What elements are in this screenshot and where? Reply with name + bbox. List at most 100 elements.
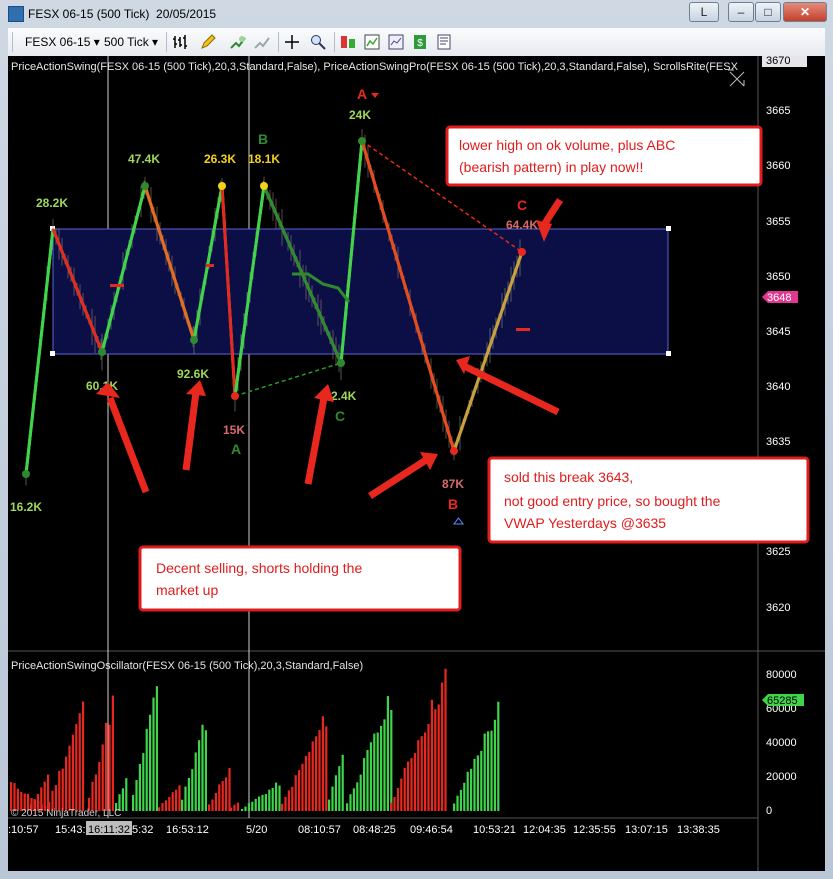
value-area-box[interactable] <box>52 228 669 355</box>
oscillator-bar <box>407 761 410 811</box>
oscillator-bar <box>390 709 393 811</box>
toolbar-separator <box>166 32 167 52</box>
oscillator-bar <box>490 730 493 811</box>
bar-type-icon[interactable] <box>172 34 188 50</box>
oscillator-bar <box>268 789 271 811</box>
swing-line-up <box>24 228 55 475</box>
annotation-bottom-right[interactable]: sold this break 3643, not good entry pri… <box>487 456 810 544</box>
oscillator-bar <box>258 796 261 811</box>
time-tick: 12:35:55 <box>573 824 616 836</box>
instrument-selector[interactable]: FESX 06-15 ▾ <box>25 35 100 49</box>
box-handle[interactable] <box>666 226 671 231</box>
oscillator-bar <box>98 761 101 811</box>
oscillator-bar <box>275 782 278 811</box>
chart-trader-icon[interactable] <box>340 34 356 50</box>
time-tick: 16:53:12 <box>166 824 209 836</box>
crosshair-icon[interactable] <box>284 34 300 50</box>
oscillator-bar <box>65 756 68 811</box>
time-tick: 5:32 <box>132 824 153 836</box>
data-box-icon[interactable] <box>364 34 380 50</box>
box-handle[interactable] <box>666 351 671 356</box>
annotation-text: market up <box>156 582 218 598</box>
oscillator-bar <box>369 742 372 811</box>
box-handle[interactable] <box>50 351 55 356</box>
price-tick: 3625 <box>766 546 790 558</box>
price-tick: 3640 <box>766 381 790 393</box>
oscillator-bar <box>304 755 307 811</box>
up-arrow-marker <box>453 517 464 525</box>
oscillator-bar <box>473 758 476 811</box>
annotation-text: not good entry price, so bought the <box>504 493 721 509</box>
down-arrow-marker <box>371 93 379 98</box>
time-tick-highlighted: 16:11:32 <box>88 824 130 836</box>
oscillator-bar <box>125 778 128 811</box>
chart-panel[interactable]: 28.2K 47.4K 26.3K 18.1K 24K 64.4K 60.1K … <box>8 55 825 871</box>
osc-tick: 0 <box>766 805 772 817</box>
oscillator-bar <box>298 770 301 811</box>
oscillator-bar <box>244 806 247 811</box>
link-button[interactable]: L <box>689 2 719 22</box>
oscillator-bar <box>194 752 197 811</box>
oscillator-bar <box>383 719 386 811</box>
oscillator-bar <box>434 709 437 811</box>
oscillator-bar <box>228 767 231 811</box>
zoom-icon[interactable] <box>310 34 326 50</box>
annotation-top-right[interactable]: lower high on ok volume, plus ABC (beari… <box>445 125 763 187</box>
properties-icon[interactable] <box>388 34 404 50</box>
time-tick: 08:10:57 <box>298 824 341 836</box>
oscillator-bar <box>373 733 376 811</box>
oscillator-bar <box>315 736 318 811</box>
oscillator-bar <box>437 704 440 811</box>
time-tick: 13:07:15 <box>625 824 668 836</box>
swing-volume-label: 16.2K <box>10 500 42 514</box>
pattern-letter: C <box>335 408 345 424</box>
oscillator-bar <box>453 803 456 811</box>
oscillator-bar <box>287 790 290 811</box>
oscillator-bar <box>214 792 217 811</box>
oscillator-bars <box>10 668 500 811</box>
interval-label: 500 Tick <box>104 35 149 49</box>
oscillator-bar <box>191 769 194 811</box>
oscillator-bar <box>400 778 403 811</box>
maximize-button[interactable]: □ <box>755 2 781 22</box>
template-icon[interactable] <box>436 34 452 50</box>
oscillator-bar <box>78 713 81 811</box>
pattern-letter: A <box>357 86 367 102</box>
time-tick: :10:57 <box>8 824 39 836</box>
oscillator-bar <box>284 796 287 811</box>
oscillator-bar <box>10 782 13 811</box>
add-indicator-icon[interactable] <box>230 34 246 50</box>
oscillator-bar <box>341 754 344 811</box>
swing-volume-label: 92.6K <box>177 367 209 381</box>
title-bar[interactable]: FESX 06-15 (500 Tick) 20/05/2015 L – □ ✕ <box>0 0 833 28</box>
oscillator-bar <box>236 802 239 811</box>
indicator-label: PriceActionSwing(FESX 06-15 (500 Tick),2… <box>11 61 739 73</box>
oscillator-bar <box>278 785 281 811</box>
oscillator-bar <box>321 716 324 811</box>
oscillator-bar <box>331 786 334 811</box>
osc-tick: 40000 <box>766 737 797 749</box>
price-chart[interactable]: 28.2K 47.4K 26.3K 18.1K 24K 64.4K 60.1K … <box>8 55 825 871</box>
money-icon[interactable]: $ <box>412 34 428 50</box>
instrument-label: FESX 06-15 <box>25 35 91 49</box>
swing-volume-label: 24K <box>349 108 371 122</box>
pencil-icon[interactable] <box>200 34 216 50</box>
oscillator-bar <box>208 804 211 811</box>
oscillator-bar <box>225 777 228 811</box>
swing-volume-label: 26.3K <box>204 152 236 166</box>
time-axis[interactable]: :10:57 15:43: 16:11:32 5:32 16:53:12 5/2… <box>8 821 720 836</box>
oscillator-bar <box>334 775 337 811</box>
minimize-button[interactable]: – <box>728 2 754 22</box>
oscillator-bar <box>476 755 479 811</box>
oscillator-bar <box>149 714 152 811</box>
oscillator-bar <box>410 758 413 811</box>
annotation-bottom-left[interactable]: Decent selling, shorts holding the marke… <box>138 545 462 612</box>
close-button[interactable]: ✕ <box>783 2 827 22</box>
oscillator-bar <box>121 788 124 811</box>
oscillator-bar <box>68 745 71 811</box>
interval-selector[interactable]: 500 Tick ▾ <box>104 35 158 49</box>
time-tick: 12:04:35 <box>523 824 566 836</box>
oscillator-axis[interactable]: 80000 60000 40000 20000 0 65285 <box>762 669 804 817</box>
strategy-icon[interactable] <box>254 34 270 50</box>
price-tick: 3620 <box>766 602 790 614</box>
